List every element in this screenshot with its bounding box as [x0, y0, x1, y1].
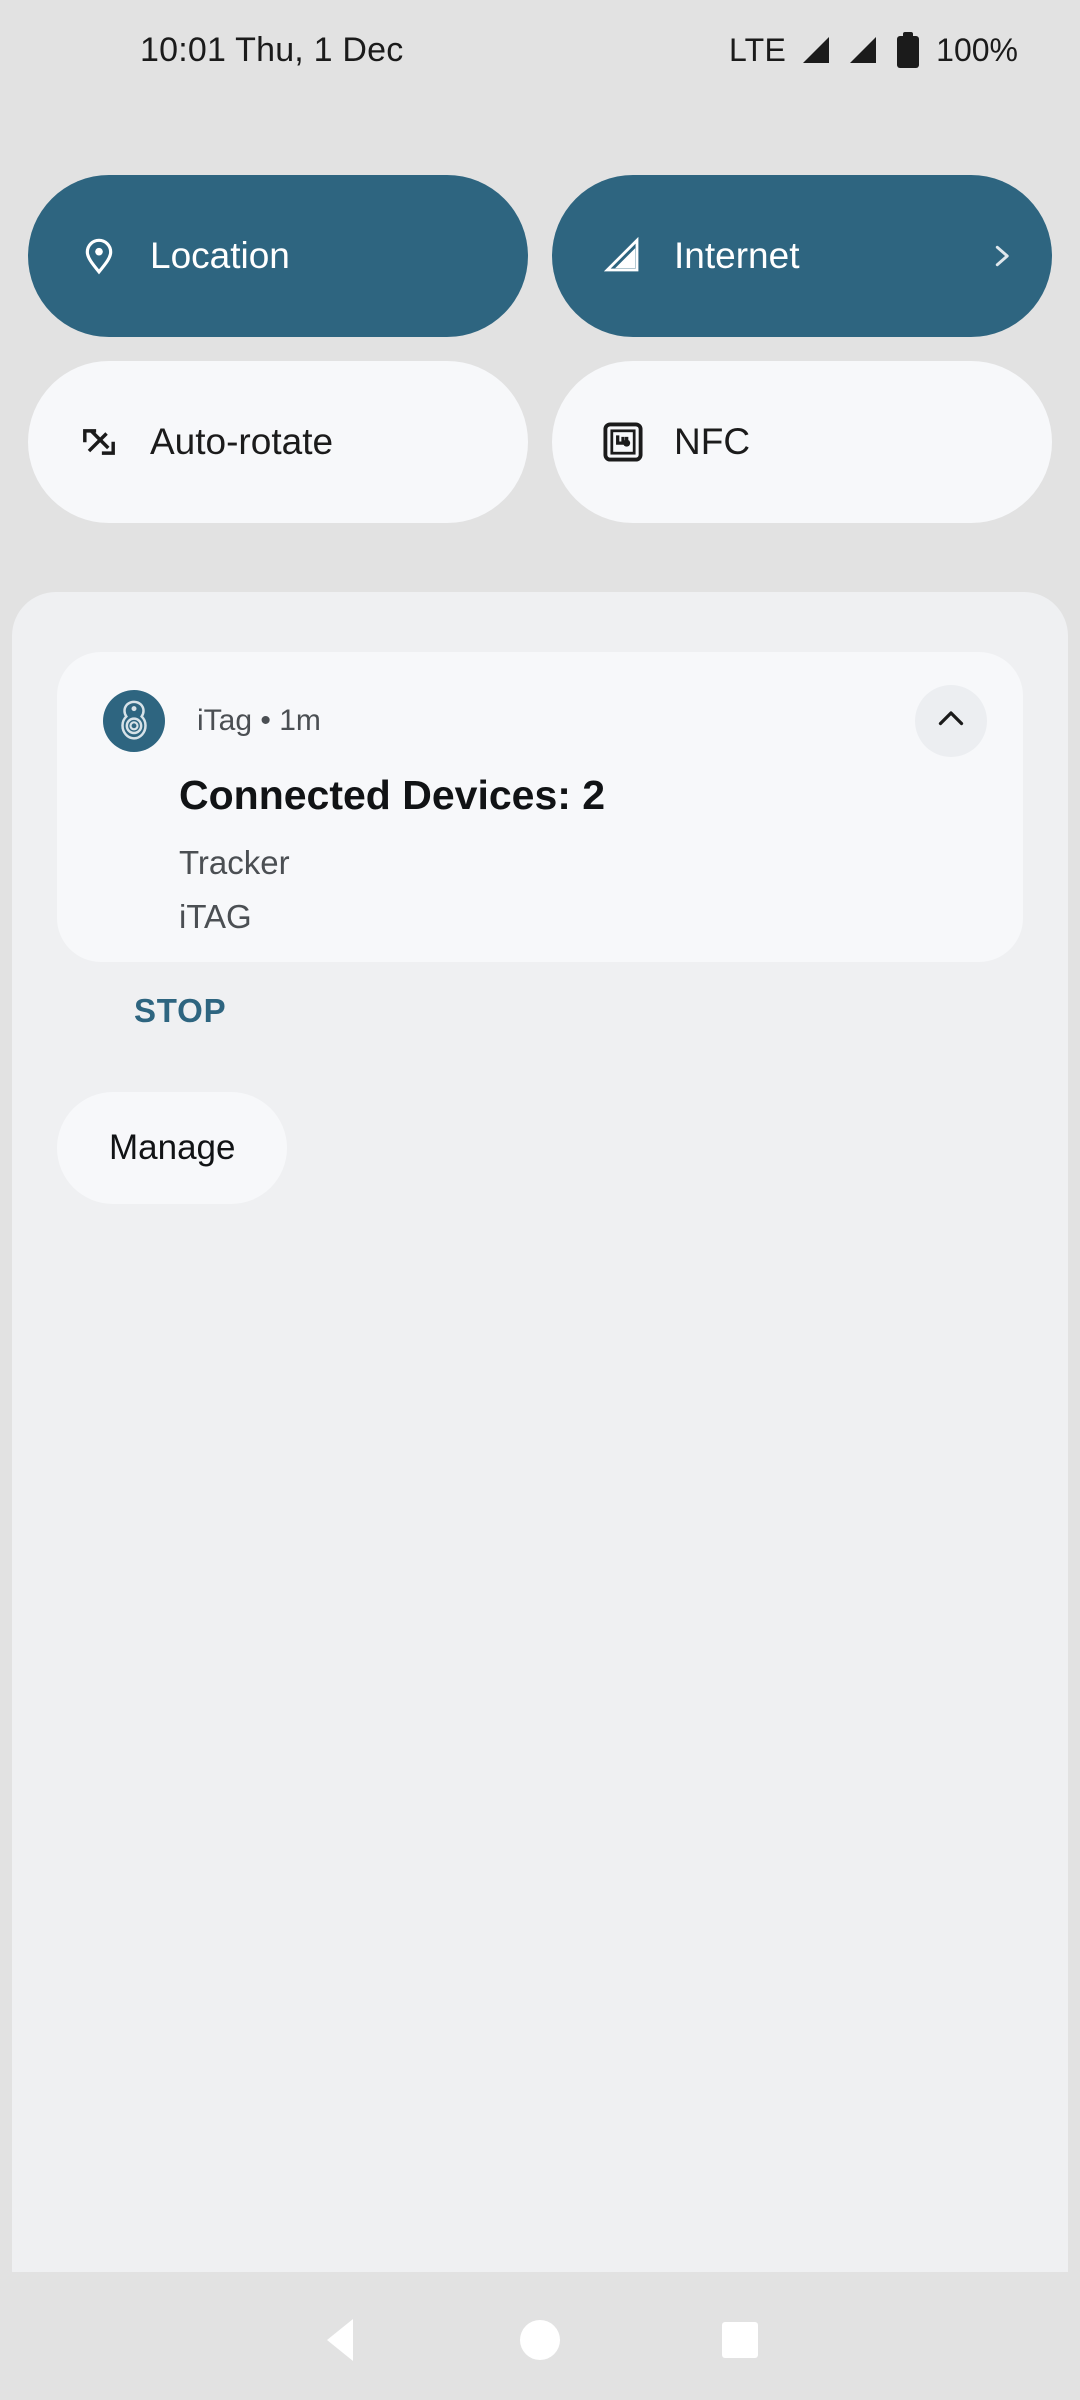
location-pin-icon	[76, 233, 122, 279]
nav-home-button[interactable]	[440, 2320, 640, 2360]
signal-bars-icon	[600, 233, 646, 279]
network-type-label: LTE	[728, 31, 787, 68]
signal-bars-icon-2	[846, 35, 880, 65]
notification-stop-button[interactable]: STOP	[134, 992, 226, 1030]
notification-card-itag[interactable]: iTag • 1m Connected Devices: 2 Tracker i…	[57, 652, 1023, 962]
notification-header: iTag • 1m	[103, 685, 987, 757]
quick-tile-location-label: Location	[150, 235, 290, 276]
android-notification-shade: 10:01 Thu, 1 Dec LTE 100% Location Inter…	[0, 0, 1080, 2400]
quick-settings-row-1: Location Internet	[28, 175, 1052, 337]
quick-settings-row-2: Auto-rotate NFC	[28, 361, 1052, 523]
status-bar-icons: LTE 100%	[729, 32, 1018, 69]
notification-collapse-button[interactable]	[915, 685, 987, 757]
itag-tracker-icon	[103, 690, 165, 752]
quick-tile-auto-rotate[interactable]: Auto-rotate	[28, 361, 528, 523]
quick-settings-panel: Location Internet Auto-rotate NFC	[0, 175, 1080, 523]
chevron-up-icon	[933, 701, 969, 742]
signal-bars-icon	[799, 35, 833, 65]
battery-full-icon	[897, 32, 920, 68]
auto-rotate-icon	[76, 419, 122, 465]
manage-button[interactable]: Manage	[57, 1092, 288, 1204]
notification-app-meta: iTag • 1m	[197, 704, 321, 737]
nav-back-button[interactable]	[240, 2319, 440, 2361]
quick-tile-location[interactable]: Location	[28, 175, 528, 337]
quick-tile-internet-label: Internet	[674, 235, 800, 276]
battery-percent-label: 100%	[936, 31, 1018, 68]
status-bar: 10:01 Thu, 1 Dec LTE 100%	[0, 0, 1080, 100]
quick-tile-auto-rotate-label: Auto-rotate	[150, 421, 334, 462]
nav-recents-button[interactable]	[640, 2322, 840, 2358]
quick-tile-nfc-label: NFC	[674, 421, 751, 462]
home-circle-icon	[520, 2320, 560, 2360]
notification-shade-panel: iTag • 1m Connected Devices: 2 Tracker i…	[12, 592, 1068, 2272]
status-bar-clock: 10:01 Thu, 1 Dec	[140, 30, 404, 69]
notification-body-line-2: iTAG	[179, 898, 252, 935]
navigation-bar	[0, 2280, 1080, 2400]
recents-square-icon	[722, 2322, 758, 2358]
quick-tile-internet[interactable]: Internet	[552, 175, 1052, 337]
nfc-icon	[600, 419, 646, 465]
back-triangle-icon	[327, 2319, 353, 2361]
notification-title: Connected Devices: 2	[179, 772, 606, 818]
chevron-right-icon[interactable]	[986, 239, 1016, 273]
notification-body-line-1: Tracker	[179, 844, 290, 881]
manage-button-label: Manage	[109, 1128, 236, 1167]
quick-tile-nfc[interactable]: NFC	[552, 361, 1052, 523]
